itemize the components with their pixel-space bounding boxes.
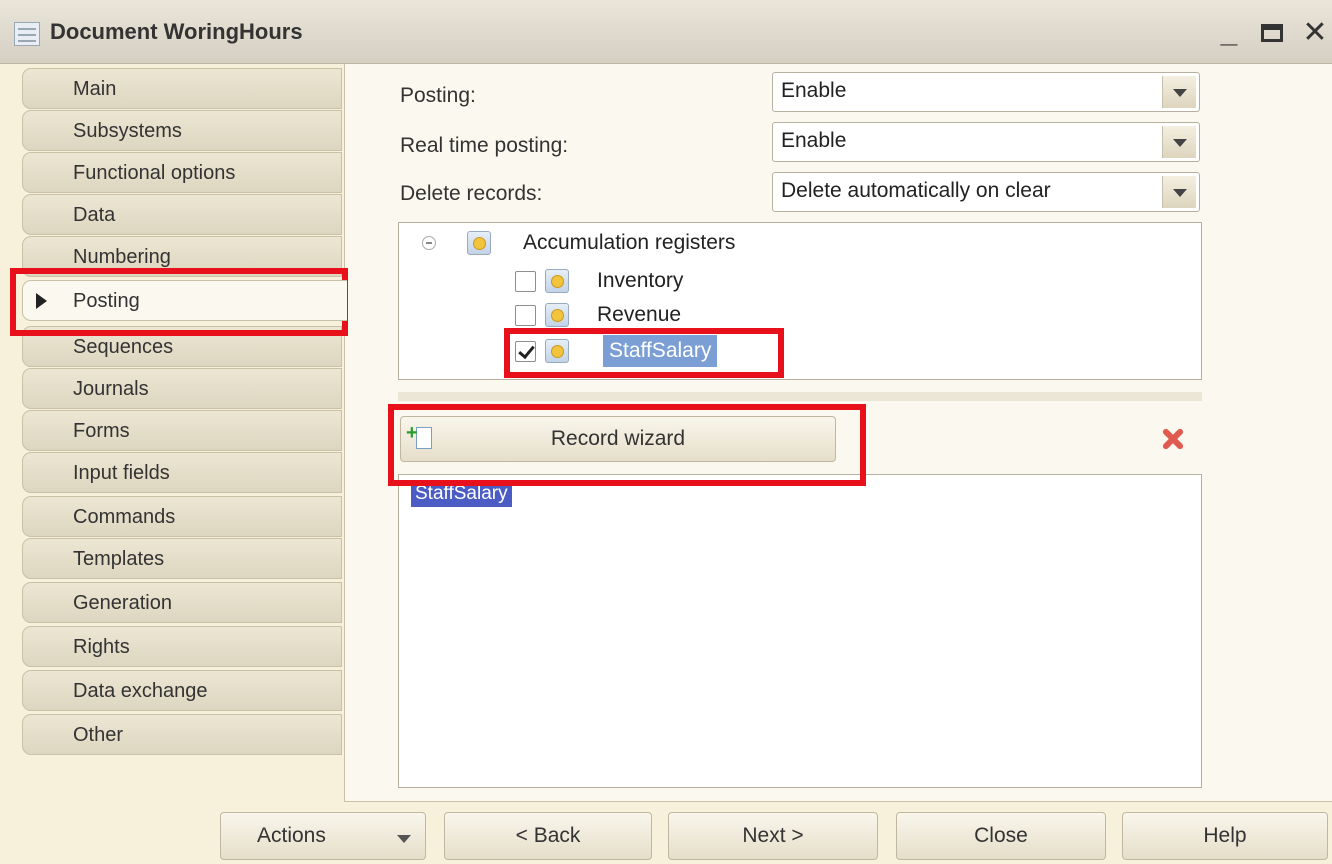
help-label: Help bbox=[1203, 824, 1247, 847]
document-window: Document WoringHours _ ✕ Main Subsystems… bbox=[0, 0, 1332, 864]
tab-label: Rights bbox=[73, 636, 130, 658]
chevron-down-icon bbox=[397, 835, 411, 843]
document-icon bbox=[14, 22, 40, 46]
tab-subsystems[interactable]: Subsystems bbox=[22, 110, 342, 151]
tab-posting[interactable]: Posting bbox=[22, 280, 347, 321]
posting-label: Posting: bbox=[400, 84, 476, 107]
tab-label: Functional options bbox=[73, 162, 236, 184]
tab-label: Generation bbox=[73, 592, 172, 614]
tab-label: Data bbox=[73, 204, 116, 226]
highlight-staffsalary bbox=[504, 328, 784, 378]
actions-button[interactable]: Actions bbox=[220, 812, 426, 860]
window-title: Document WoringHours bbox=[50, 19, 303, 44]
register-icon bbox=[467, 231, 491, 255]
splitter[interactable] bbox=[398, 392, 1202, 401]
tab-data-exchange[interactable]: Data exchange bbox=[22, 670, 342, 711]
tab-label: Journals bbox=[73, 378, 149, 400]
tree-item-inventory[interactable]: Inventory bbox=[399, 265, 899, 297]
tab-journals[interactable]: Journals bbox=[22, 368, 342, 409]
posting-handler-editor[interactable]: StaffSalary bbox=[398, 474, 1202, 788]
tab-label: Other bbox=[73, 724, 124, 746]
next-label: Next > bbox=[742, 824, 804, 847]
tab-other[interactable]: Other bbox=[22, 714, 342, 755]
actions-label: Actions bbox=[257, 824, 326, 847]
chevron-down-icon[interactable] bbox=[1162, 126, 1196, 158]
tab-functional-options[interactable]: Functional options bbox=[22, 152, 342, 193]
tab-forms[interactable]: Forms bbox=[22, 410, 342, 451]
minimize-button[interactable]: _ bbox=[1212, 16, 1246, 50]
tab-main[interactable]: Main bbox=[22, 68, 342, 109]
real-time-posting-value: Enable bbox=[781, 129, 847, 152]
posting-select[interactable]: Enable bbox=[772, 72, 1200, 112]
tree-item-revenue[interactable]: Revenue bbox=[399, 299, 899, 331]
register-icon bbox=[545, 303, 569, 327]
title-bar: Document WoringHours _ ✕ bbox=[0, 0, 1332, 64]
tab-generation[interactable]: Generation bbox=[22, 582, 342, 623]
help-button[interactable]: Help bbox=[1122, 812, 1328, 860]
register-icon bbox=[545, 269, 569, 293]
close-button[interactable]: Close bbox=[896, 812, 1106, 860]
tab-label: Sequences bbox=[73, 336, 174, 358]
real-time-posting-label: Real time posting: bbox=[400, 134, 569, 157]
revenue-checkbox[interactable] bbox=[515, 305, 536, 326]
chevron-down-icon[interactable] bbox=[1162, 176, 1196, 208]
tab-templates[interactable]: Templates bbox=[22, 538, 342, 579]
tab-label: Numbering bbox=[73, 246, 171, 268]
maximize-icon bbox=[1261, 24, 1283, 42]
highlight-record-wizard bbox=[388, 404, 866, 486]
delete-icon[interactable] bbox=[1158, 424, 1188, 454]
tab-label: Subsystems bbox=[73, 120, 182, 142]
tab-label: Templates bbox=[73, 548, 165, 570]
tab-label: Commands bbox=[73, 506, 176, 528]
tree-root-row[interactable]: Accumulation registers bbox=[399, 227, 1099, 259]
back-label: < Back bbox=[515, 824, 581, 847]
close-window-button[interactable]: ✕ bbox=[1298, 16, 1332, 50]
delete-records-select[interactable]: Delete automatically on clear bbox=[772, 172, 1200, 212]
next-button[interactable]: Next > bbox=[668, 812, 878, 860]
tab-label: Data exchange bbox=[73, 680, 208, 702]
tab-label: Input fields bbox=[73, 462, 170, 484]
close-label: Close bbox=[974, 824, 1028, 847]
chevron-down-icon[interactable] bbox=[1162, 76, 1196, 108]
tree-item-label: Inventory bbox=[597, 269, 684, 292]
real-time-posting-select[interactable]: Enable bbox=[772, 122, 1200, 162]
delete-records-label: Delete records: bbox=[400, 182, 543, 205]
tab-input-fields[interactable]: Input fields bbox=[22, 452, 342, 493]
tab-data[interactable]: Data bbox=[22, 194, 342, 235]
tab-rights[interactable]: Rights bbox=[22, 626, 342, 667]
current-tab-arrow-icon bbox=[36, 293, 47, 309]
back-button[interactable]: < Back bbox=[444, 812, 652, 860]
tree-item-label: Revenue bbox=[597, 303, 682, 326]
delete-records-value: Delete automatically on clear bbox=[781, 179, 1051, 202]
collapse-icon[interactable] bbox=[422, 236, 436, 250]
posting-value: Enable bbox=[781, 79, 847, 102]
tab-commands[interactable]: Commands bbox=[22, 496, 342, 537]
maximize-button[interactable] bbox=[1255, 16, 1289, 50]
tab-label: Forms bbox=[73, 420, 130, 442]
tab-label: Posting bbox=[73, 290, 140, 312]
tab-label: Main bbox=[73, 78, 117, 100]
inventory-checkbox[interactable] bbox=[515, 271, 536, 292]
tree-root-label: Accumulation registers bbox=[523, 231, 736, 254]
